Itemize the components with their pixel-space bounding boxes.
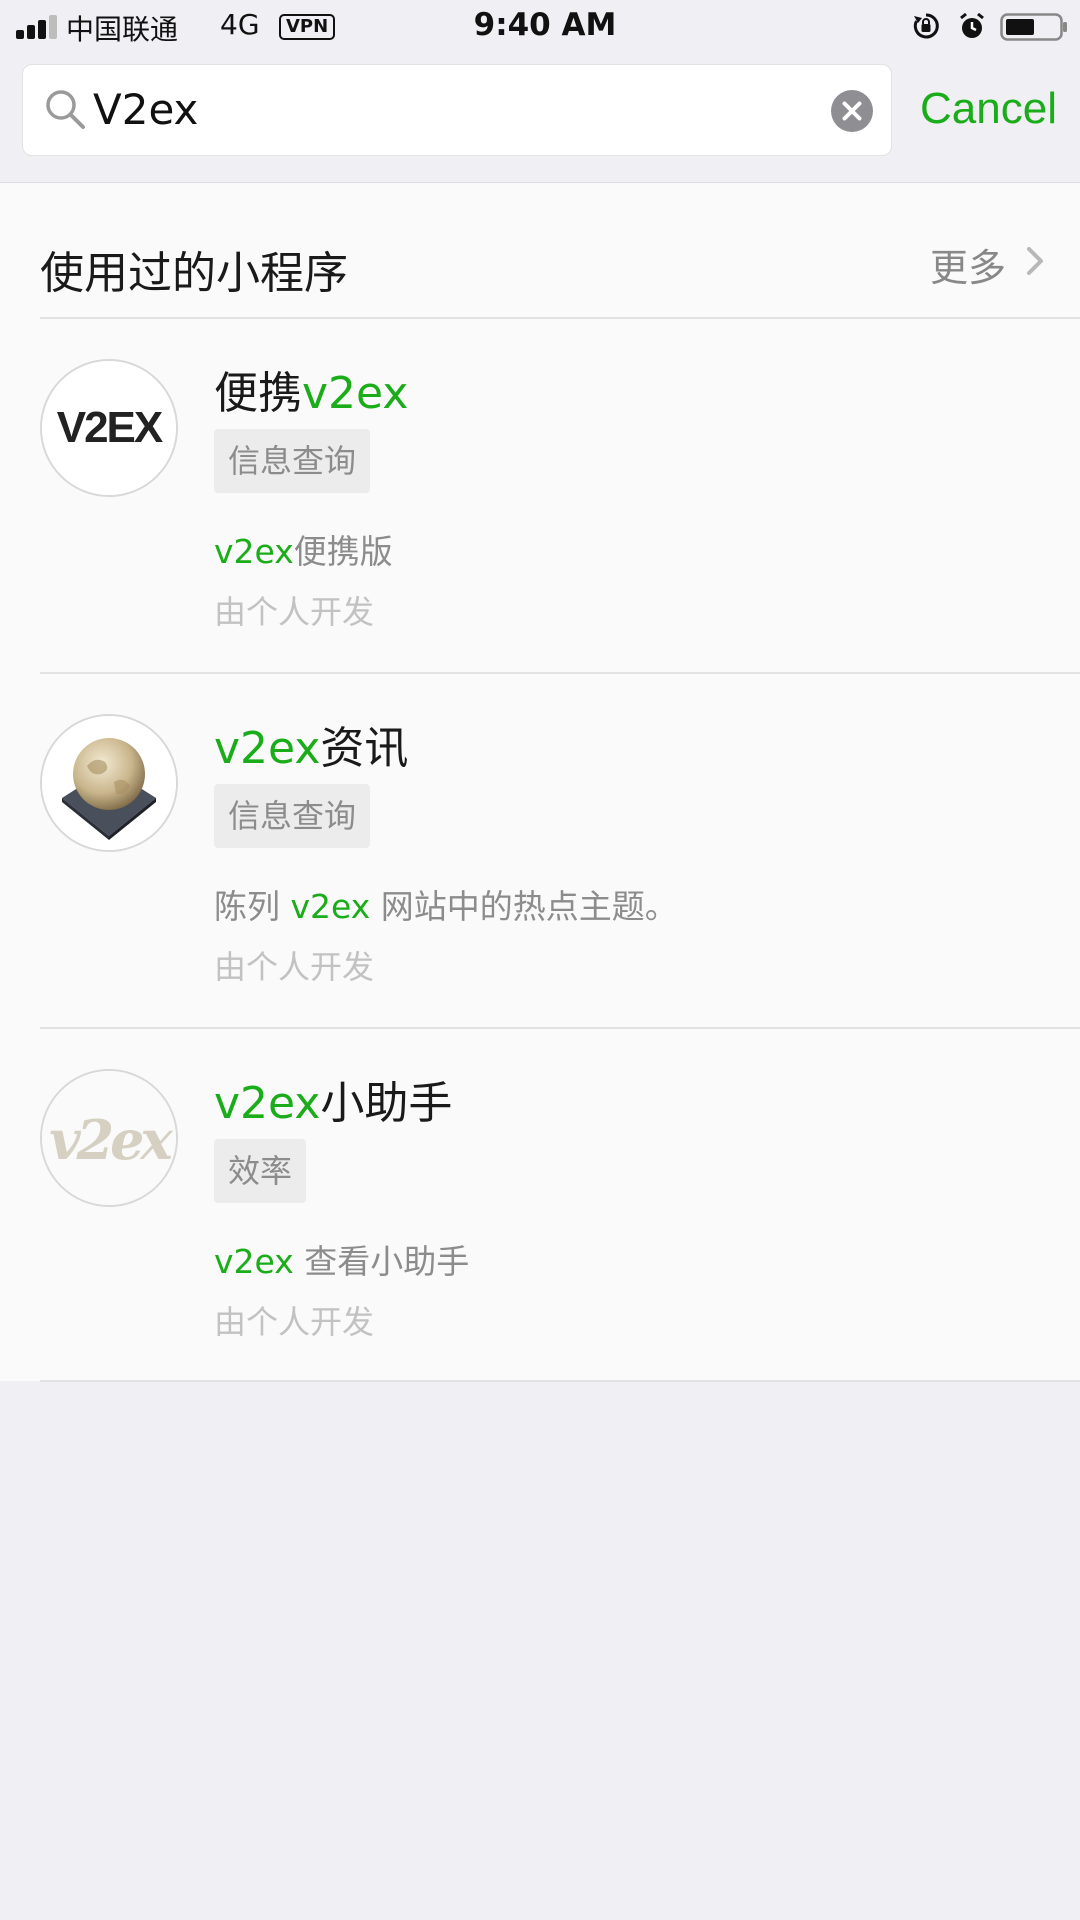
desc-text: 便携版 xyxy=(293,532,393,571)
desc-highlight: v2ex xyxy=(214,532,294,571)
chevron-right-icon[interactable] xyxy=(1024,243,1048,279)
alarm-icon xyxy=(960,12,984,38)
avatar: v2ex xyxy=(40,1069,178,1207)
battery-icon xyxy=(1000,13,1067,41)
title-text: 小助手 xyxy=(320,1078,453,1129)
svg-text:V2EX: V2EX xyxy=(57,403,163,452)
orientation-lock-icon xyxy=(913,13,939,39)
search-results: 使用过的小程序 更多 V2EX 便携v2ex 信息查询 v2ex便携版 由个人开… xyxy=(0,183,1080,1384)
developer-label: 由个人开发 xyxy=(214,593,375,631)
item-title: v2ex资讯 xyxy=(214,712,408,776)
cancel-button[interactable]: Cancel xyxy=(920,84,1057,134)
desc-highlight: v2ex xyxy=(214,1242,294,1281)
item-title: v2ex小助手 xyxy=(214,1067,452,1131)
title-highlight: v2ex xyxy=(214,723,321,774)
title-text: 资讯 xyxy=(320,723,409,774)
result-item-portable-v2ex[interactable]: V2EX 便携v2ex 信息查询 v2ex便携版 由个人开发 xyxy=(0,319,1080,674)
item-title: 便携v2ex xyxy=(214,357,408,421)
category-tag: 效率 xyxy=(214,1139,307,1203)
globe-icon xyxy=(42,716,176,850)
title-text: 便携 xyxy=(214,368,302,419)
v2ex-logo-icon: V2EX xyxy=(42,361,176,495)
developer-label: 由个人开发 xyxy=(214,1303,375,1341)
svg-text:v2ex: v2ex xyxy=(49,1108,173,1172)
search-header: Cancel xyxy=(0,54,1080,183)
status-bar: 中国联通 4G VPN 9:40 AM xyxy=(0,0,1080,54)
item-description: 陈列 v2ex 网站中的热点主题。 xyxy=(214,880,678,928)
divider xyxy=(40,1380,1080,1382)
developer-label: 由个人开发 xyxy=(214,948,375,986)
category-tag: 信息查询 xyxy=(214,784,371,848)
result-item-v2ex-assistant[interactable]: v2ex v2ex小助手 效率 v2ex 查看小助手 由个人开发 xyxy=(0,1029,1080,1384)
search-input[interactable] xyxy=(93,79,823,139)
result-item-v2ex-news[interactable]: v2ex资讯 信息查询 陈列 v2ex 网站中的热点主题。 由个人开发 xyxy=(0,674,1080,1029)
more-link[interactable]: 更多 xyxy=(930,237,1006,292)
avatar: V2EX xyxy=(40,359,178,497)
search-box[interactable] xyxy=(22,64,892,156)
avatar xyxy=(40,714,178,852)
category-tag: 信息查询 xyxy=(214,429,371,493)
item-description: v2ex 查看小助手 xyxy=(214,1235,469,1283)
section-title: 使用过的小程序 xyxy=(40,248,348,299)
desc-highlight: v2ex xyxy=(290,887,371,926)
title-highlight: v2ex xyxy=(214,1078,321,1129)
title-highlight: v2ex xyxy=(302,368,409,419)
desc-text: 网站中的热点主题。 xyxy=(370,887,678,926)
clear-search-icon[interactable] xyxy=(831,90,873,132)
item-description: v2ex便携版 xyxy=(214,525,393,573)
desc-text: 查看小助手 xyxy=(293,1242,470,1281)
v2ex-script-logo-icon: v2ex xyxy=(42,1071,176,1205)
search-icon xyxy=(46,90,85,129)
desc-prefix: 陈列 xyxy=(214,887,291,926)
section-header: 使用过的小程序 更多 xyxy=(0,183,1080,317)
